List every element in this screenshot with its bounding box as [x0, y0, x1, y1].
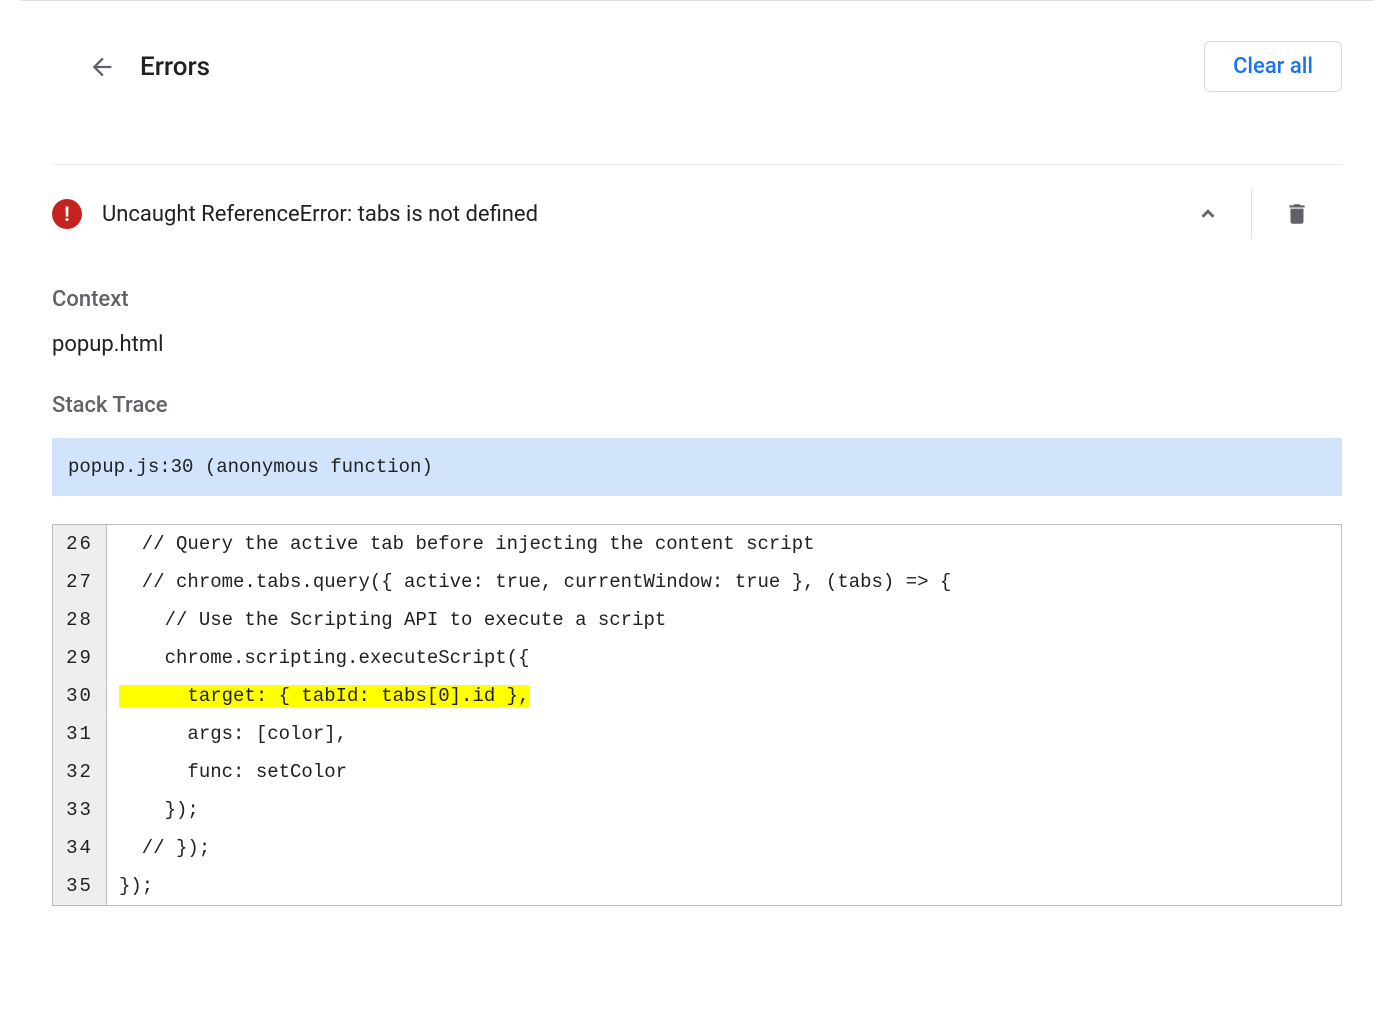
arrow-left-icon [88, 53, 116, 81]
code-line: // Use the Scripting API to execute a sc… [107, 601, 1341, 639]
code-line: // Query the active tab before injecting… [107, 525, 1341, 563]
error-message: Uncaught ReferenceError: tabs is not def… [102, 202, 538, 227]
context-value: popup.html [52, 332, 1342, 357]
back-button[interactable] [52, 53, 116, 81]
code-line: chrome.scripting.executeScript({ [107, 639, 1341, 677]
stack-trace-header[interactable]: popup.js:30 (anonymous function) [52, 438, 1342, 496]
context-label: Context [52, 287, 1342, 312]
code-line: // }); [107, 829, 1341, 867]
error-row: ! Uncaught ReferenceError: tabs is not d… [52, 165, 1342, 263]
code-row: 28 // Use the Scripting API to execute a… [53, 601, 1341, 639]
code-row: 34 // }); [53, 829, 1341, 867]
code-row: 29 chrome.scripting.executeScript({ [53, 639, 1341, 677]
chevron-up-icon [1197, 203, 1219, 225]
line-number: 28 [53, 601, 107, 639]
line-number: 35 [53, 867, 107, 905]
error-icon: ! [52, 199, 82, 229]
code-line: }); [107, 867, 1341, 905]
line-number: 31 [53, 715, 107, 753]
code-line: args: [color], [107, 715, 1341, 753]
page-header: Errors Clear all [52, 41, 1342, 140]
code-block: 26 // Query the active tab before inject… [52, 524, 1342, 906]
code-line: // chrome.tabs.query({ active: true, cur… [107, 563, 1341, 601]
error-actions [1165, 189, 1342, 239]
highlighted-code: target: { tabId: tabs[0].id }, [119, 685, 529, 707]
code-row: 27 // chrome.tabs.query({ active: true, … [53, 563, 1341, 601]
page-title: Errors [140, 52, 210, 82]
code-line: target: { tabId: tabs[0].id }, [107, 677, 1341, 715]
code-row: 32 func: setColor [53, 753, 1341, 791]
collapse-button[interactable] [1165, 203, 1251, 225]
code-line: func: setColor [107, 753, 1341, 791]
stack-trace-label: Stack Trace [52, 393, 1342, 418]
delete-button[interactable] [1252, 201, 1342, 227]
line-number: 32 [53, 753, 107, 791]
line-number: 34 [53, 829, 107, 867]
code-row: 33 }); [53, 791, 1341, 829]
code-row: 31 args: [color], [53, 715, 1341, 753]
header-left: Errors [52, 52, 210, 82]
code-row: 30 target: { tabId: tabs[0].id }, [53, 677, 1341, 715]
code-line: }); [107, 791, 1341, 829]
line-number: 26 [53, 525, 107, 563]
clear-all-button[interactable]: Clear all [1204, 41, 1342, 92]
code-row: 26 // Query the active tab before inject… [53, 525, 1341, 563]
code-row: 35}); [53, 867, 1341, 905]
trash-icon [1284, 201, 1310, 227]
line-number: 29 [53, 639, 107, 677]
error-left: ! Uncaught ReferenceError: tabs is not d… [52, 199, 538, 229]
line-number: 27 [53, 563, 107, 601]
line-number: 30 [53, 677, 107, 715]
line-number: 33 [53, 791, 107, 829]
